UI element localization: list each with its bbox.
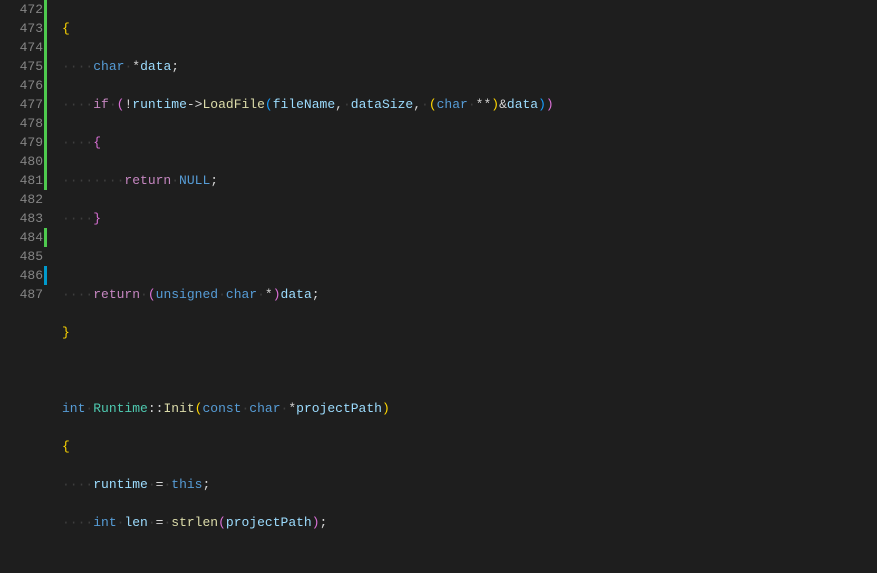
keyword-char: char [226,287,257,302]
line-number: 474 [20,40,43,55]
var-runtime: runtime [132,97,187,112]
paren: ( [148,287,156,302]
var-data: data [140,59,171,74]
semicolon: ; [320,515,328,530]
brace: { [62,439,70,454]
keyword-char: char [437,97,468,112]
semicolon: ; [210,173,218,188]
brace: { [93,135,101,150]
line-number: 473 [20,21,43,36]
editor-root: 472 473 474 475 476 477 478 479 480 481 … [0,0,877,573]
op-starstar: ** [476,97,492,112]
line-number: 476 [20,78,43,93]
keyword-return: return [124,173,171,188]
code-editor[interactable]: 472 473 474 475 476 477 478 479 480 481 … [0,0,877,573]
fn-init: Init [163,401,194,416]
line-number: 482 [20,192,43,207]
var-datasize: dataSize [351,97,413,112]
op-star: * [132,59,140,74]
var-runtime: runtime [93,477,148,492]
var-data: data [507,97,538,112]
keyword-char: char [93,59,124,74]
line-number: 483 [20,211,43,226]
line-number: 479 [20,135,43,150]
brace: } [62,325,70,340]
keyword-if: if [93,97,109,112]
var-filename: fileName [273,97,335,112]
line-number: 480 [20,154,43,169]
line-number: 478 [20,116,43,131]
const-null: NULL [179,173,210,188]
line-number: 475 [20,59,43,74]
line-number: 472 [20,2,43,17]
keyword-unsigned: unsigned [156,287,218,302]
semicolon: ; [312,287,320,302]
line-number: 485 [20,249,43,264]
line-number: 484 [20,230,43,245]
var-len: len [124,515,147,530]
line-number: 481 [20,173,43,188]
brace: { [62,21,70,36]
code-content[interactable]: { ····char·*data; ····if·(!runtime->Load… [48,0,632,573]
keyword-return: return [93,287,140,302]
scope-op: :: [148,401,164,416]
keyword-const: const [202,401,241,416]
var-projectpath: projectPath [226,515,312,530]
fn-strlen: strlen [171,515,218,530]
line-number-gutter: 472 473 474 475 476 477 478 479 480 481 … [0,0,48,573]
var-projectpath: projectPath [296,401,382,416]
class-runtime: Runtime [93,401,148,416]
paren: ) [273,287,281,302]
line-number: 486 [20,268,43,283]
keyword-int: int [62,401,85,416]
semicolon: ; [202,477,210,492]
line-number: 487 [20,287,43,302]
op-amp: & [499,97,507,112]
keyword-char: char [249,401,280,416]
keyword-int: int [93,515,116,530]
var-data: data [281,287,312,302]
brace: } [93,211,101,226]
keyword-this: this [171,477,202,492]
op-star: * [288,401,296,416]
op-star: * [265,287,273,302]
line-number: 477 [20,97,43,112]
fn-loadfile: LoadFile [202,97,264,112]
semicolon: ; [171,59,179,74]
